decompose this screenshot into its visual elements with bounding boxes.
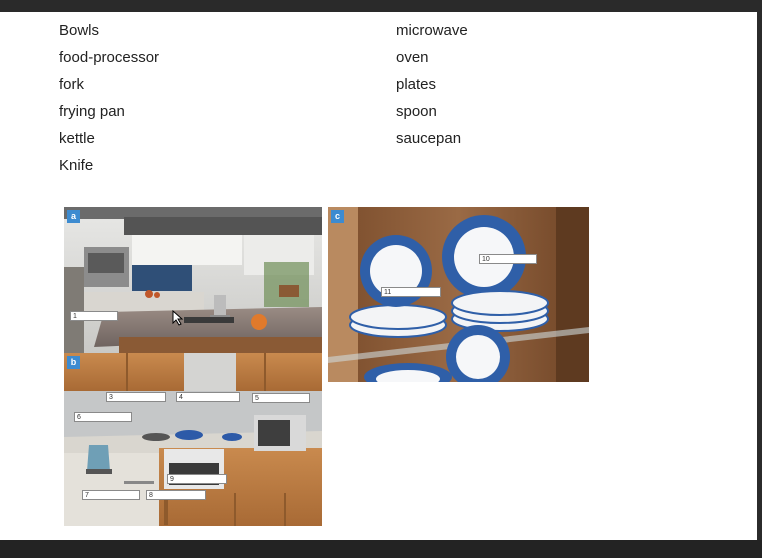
label-box-7[interactable]: 7 xyxy=(82,490,140,500)
kitchen-counter-illustration xyxy=(64,353,322,526)
word-item: kettle xyxy=(59,130,95,147)
mouse-pointer-icon xyxy=(172,310,184,326)
photo-c-plates: c 10 11 xyxy=(328,207,589,382)
label-box-8[interactable]: 8 xyxy=(146,490,206,500)
photo-a-kitchen: a 1 xyxy=(64,207,322,353)
word-item: Knife xyxy=(59,157,94,174)
label-box-9[interactable]: 9 xyxy=(167,474,227,484)
word-item: spoon xyxy=(396,103,437,120)
label-box-1[interactable]: 1 xyxy=(70,311,118,321)
word-item: oven xyxy=(396,49,429,66)
photo-b-kitchen: b 3 4 5 6 7 8 9 xyxy=(64,353,322,526)
label-box-10[interactable]: 10 xyxy=(479,254,537,264)
photo-badge: b xyxy=(67,356,80,369)
word-item: frying pan xyxy=(59,103,125,120)
label-box-5[interactable]: 5 xyxy=(252,393,310,403)
photo-badge: a xyxy=(67,210,80,223)
viewer-top-bar xyxy=(0,0,762,12)
word-item: food-processor xyxy=(59,49,160,66)
viewer-bottom-bar xyxy=(0,540,762,558)
word-item: plates xyxy=(396,76,437,93)
plates-shelf-illustration xyxy=(328,207,589,382)
word-item: microwave xyxy=(396,22,468,39)
kitchen-island-illustration xyxy=(64,207,322,353)
photo-badge: c xyxy=(331,210,344,223)
word-item: saucepan xyxy=(396,130,462,147)
label-box-6[interactable]: 6 xyxy=(74,412,132,422)
label-box-11[interactable]: 11 xyxy=(381,287,441,297)
word-item: fork xyxy=(59,76,85,93)
word-item: Bowls xyxy=(59,22,100,39)
document-page: Bowls food-processor fork frying pan ket… xyxy=(0,12,757,540)
label-box-3[interactable]: 3 xyxy=(106,392,166,402)
label-box-4[interactable]: 4 xyxy=(176,392,240,402)
